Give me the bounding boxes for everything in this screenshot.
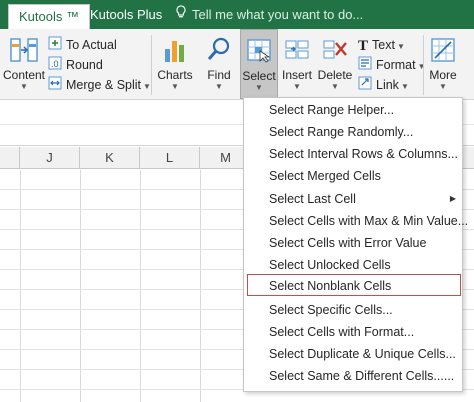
insert-button[interactable]: Insert ▼	[280, 29, 314, 99]
format-label: Format	[376, 58, 416, 72]
chevron-down-icon: ▼	[143, 82, 151, 91]
svg-text:.0: .0	[51, 59, 59, 69]
content-button[interactable]: Content ▼	[2, 29, 46, 99]
menu-item-label: Select Last Cell	[269, 192, 356, 206]
chevron-down-icon: ▼	[417, 62, 426, 71]
lightbulb-icon	[176, 0, 188, 29]
menu-item-label: Select Cells with Max & Min Value...	[269, 214, 469, 228]
menu-item-select-merged-cells[interactable]: Select Merged Cells	[244, 165, 462, 187]
column-header-j[interactable]: J	[20, 147, 80, 169]
menu-item-select-range-randomly[interactable]: Select Range Randomly...	[244, 121, 462, 143]
find-label: Find	[207, 68, 231, 82]
more-icon	[429, 35, 457, 68]
menu-item-select-interval-rows-columns[interactable]: Select Interval Rows & Columns...	[244, 143, 462, 165]
menu-item-select-cells-with-format[interactable]: Select Cells with Format...	[244, 321, 462, 343]
menu-item-label: Select Specific Cells...	[269, 303, 393, 317]
find-icon	[205, 35, 233, 68]
round-icon: .0	[48, 56, 62, 76]
menu-item-select-unlocked-cells[interactable]: Select Unlocked Cells	[244, 254, 462, 276]
column-header-partial[interactable]	[0, 147, 20, 169]
menu-item-label: Select Nonblank Cells	[269, 279, 392, 293]
menu-item-select-nonblank-cells[interactable]: Select Nonblank Cells	[247, 274, 461, 296]
chevron-down-icon: ▼	[215, 82, 223, 91]
round-button[interactable]: .0 Round	[48, 55, 103, 75]
menu-item-select-last-cell[interactable]: Select Last Cell ▶	[244, 188, 462, 210]
text-icon: T	[358, 37, 369, 54]
insert-icon	[283, 35, 311, 68]
ribbon-separator	[151, 35, 152, 95]
ribbon-separator	[423, 35, 424, 95]
charts-icon	[161, 35, 189, 68]
menu-item-label: Select Cells with Format...	[269, 325, 415, 339]
content-icon	[9, 35, 39, 68]
to-actual-button[interactable]: To Actual	[48, 35, 117, 55]
delete-button[interactable]: Delete ▼	[317, 29, 353, 99]
menu-item-label: Select Interval Rows & Columns...	[269, 147, 458, 161]
menu-item-label: Select Duplicate & Unique Cells...	[269, 347, 456, 361]
ribbon: Content ▼ To Actual .0 Round Merge & Spl…	[0, 29, 474, 100]
format-button[interactable]: Format ▼	[358, 55, 426, 75]
menu-item-select-cells-max-min[interactable]: Select Cells with Max & Min Value...	[244, 210, 468, 232]
column-header-k[interactable]: K	[80, 147, 140, 169]
delete-icon	[321, 35, 349, 68]
select-dropdown-menu: Select Range Helper... Select Range Rand…	[243, 97, 468, 392]
chevron-down-icon: ▼	[171, 82, 179, 91]
select-icon	[245, 36, 273, 69]
menu-item-label: Select Cells with Error Value	[269, 236, 427, 250]
select-button[interactable]: Select ▼	[240, 29, 278, 99]
chevron-down-icon: ▼	[396, 42, 405, 51]
tell-me-label: Tell me what you want to do...	[192, 7, 364, 22]
menu-item-select-same-different[interactable]: Select Same & Different Cells......	[244, 365, 462, 387]
tab-kutools[interactable]: Kutools ™	[8, 4, 90, 29]
charts-button[interactable]: Charts ▼	[155, 29, 195, 99]
text-label: Text	[372, 38, 395, 52]
chevron-down-icon: ▼	[331, 82, 339, 91]
chevron-down-icon: ▼	[400, 82, 409, 91]
link-icon	[358, 76, 372, 96]
tab-kutools-plus[interactable]: Kutools Plus	[90, 0, 162, 29]
link-button[interactable]: Link ▼	[358, 75, 409, 95]
merge-split-icon	[48, 76, 62, 96]
menu-item-label: Select Unlocked Cells	[269, 258, 391, 272]
menu-item-label: Select Range Helper...	[269, 103, 395, 117]
merge-split-button[interactable]: Merge & Split ▼	[48, 75, 151, 95]
menu-item-select-duplicate-unique[interactable]: Select Duplicate & Unique Cells...	[244, 343, 462, 365]
link-label: Link	[376, 78, 399, 92]
text-button[interactable]: T Text ▼	[358, 35, 405, 55]
more-button[interactable]: More ▼	[426, 29, 460, 99]
chevron-down-icon: ▼	[20, 82, 28, 91]
to-actual-label: To Actual	[66, 38, 117, 52]
submenu-arrow-icon: ▶	[449, 194, 456, 203]
menu-item-select-range-helper[interactable]: Select Range Helper...	[244, 99, 462, 121]
select-label: Select	[242, 69, 276, 83]
insert-label: Insert	[281, 68, 312, 82]
chevron-down-icon: ▼	[439, 82, 447, 91]
round-label: Round	[66, 58, 103, 72]
merge-split-label: Merge & Split	[66, 78, 142, 92]
charts-label: Charts	[157, 68, 193, 82]
menu-item-select-cells-error-value[interactable]: Select Cells with Error Value	[244, 232, 462, 254]
more-label: More	[429, 68, 457, 82]
menu-item-label: Select Same & Different Cells......	[269, 369, 455, 383]
format-icon	[358, 56, 372, 76]
delete-label: Delete	[317, 68, 353, 82]
menu-item-label: Select Merged Cells	[269, 169, 381, 183]
column-header-l[interactable]: L	[140, 147, 200, 169]
find-button[interactable]: Find ▼	[202, 29, 236, 99]
tell-me-search[interactable]: Tell me what you want to do...	[176, 0, 363, 29]
menu-item-label: Select Range Randomly...	[269, 125, 414, 139]
chevron-down-icon: ▼	[255, 83, 263, 92]
to-actual-icon	[48, 36, 62, 56]
ribbon-tab-bar: Kutools ™ Kutools Plus Tell me what you …	[0, 0, 474, 29]
content-label: Content	[2, 68, 46, 82]
chevron-down-icon: ▼	[293, 82, 301, 91]
menu-item-select-specific-cells[interactable]: Select Specific Cells...	[244, 299, 462, 321]
